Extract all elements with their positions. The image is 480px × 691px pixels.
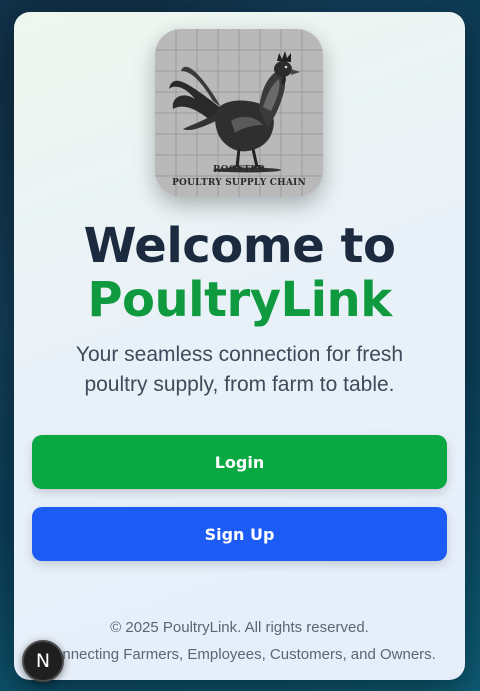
welcome-heading: Welcome to [83,218,396,274]
footer-copyright: © 2025 PoultryLink. All rights reserved. [110,619,369,636]
welcome-subtitle: Your seamless connection for fresh poult… [75,343,404,396]
welcome-card: ROOSTER POULTRY SUPPLY CHAIN Welcome to … [14,12,465,680]
nextjs-n-icon: N [35,650,51,672]
brand-name-heading: PoultryLink [87,272,392,328]
login-button[interactable]: Login [32,435,447,489]
logo-caption-line1: ROOSTER [212,165,266,175]
footer-tagline: Connecting Farmers, Employees, Customers… [43,646,436,663]
nextjs-dev-indicator-button[interactable]: N [22,640,64,682]
signup-button[interactable]: Sign Up [32,507,447,561]
app-logo: ROOSTER POULTRY SUPPLY CHAIN [155,29,323,197]
logo-caption-line2: POULTRY SUPPLY CHAIN [172,178,306,188]
